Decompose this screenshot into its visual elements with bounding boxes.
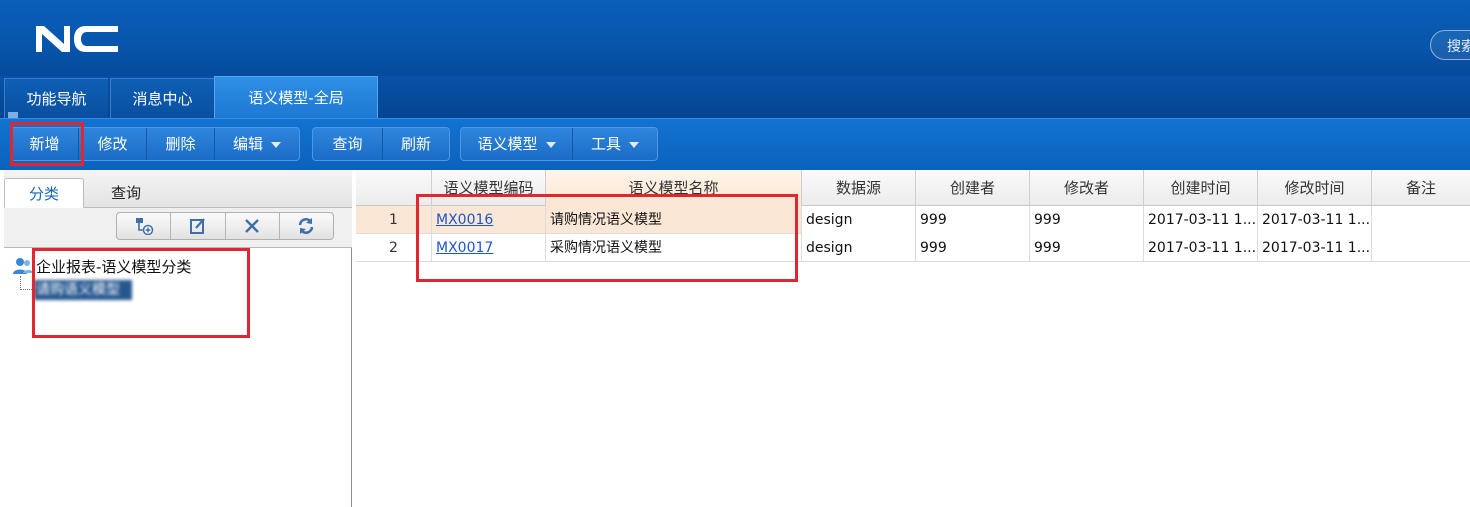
tab-category[interactable]: 分类 [4,178,84,208]
tab-query[interactable]: 查询 [86,178,166,208]
tab-semantic-model-global[interactable]: 语义模型-全局 [214,76,378,118]
app-header: 搜索 [0,0,1470,76]
left-panel-tabs: 分类 查询 [4,170,352,208]
tree-toolbar [4,208,352,248]
tab-function-nav[interactable]: 功能导航 [4,78,108,118]
refresh-button[interactable]: 刷新 [383,128,449,160]
header-datasource[interactable]: 数据源 [802,170,916,206]
refresh-tree-button[interactable] [280,213,333,239]
model-code-link[interactable]: MX0017 [432,234,546,262]
user-group-icon [13,258,33,274]
header-modified-time[interactable]: 修改时间 [1258,170,1372,206]
semantic-model-grid: 语义模型编码 语义模型名称 数据源 创建者 修改者 创建时间 修改时间 备注 1… [356,170,1470,507]
header-remark[interactable]: 备注 [1372,170,1470,206]
delete-icon [245,219,259,233]
table-row[interactable]: 2 MX0017 采购情况语义模型 design 999 999 2017-03… [356,234,1470,262]
tree-connector [20,276,32,290]
header-model-name[interactable]: 语义模型名称 [546,170,802,206]
query-button-group: 查询 刷新 [312,127,450,161]
delete-node-button[interactable] [226,213,280,239]
tree-root-label: 企业报表-语义模型分类 [36,257,192,276]
tab-message-center[interactable]: 消息中心 [110,78,214,118]
modified-time-cell: 2017-03-11 1... [1258,206,1372,234]
modifier-cell: 999 [1030,206,1144,234]
chevron-down-icon [629,141,639,148]
model-name-cell: 请购情况语义模型 [546,206,802,234]
category-panel: 分类 查询 企业报表-语义模型分类 请购语义模型 [4,170,352,507]
semantic-model-menu-button[interactable]: 语义模型 [461,128,573,160]
edit-button-group: 新增 修改 删除 编辑 [10,127,300,161]
remark-cell [1372,206,1470,234]
modifier-cell: 999 [1030,234,1144,262]
created-time-cell: 2017-03-11 1... [1144,206,1258,234]
edit-icon [189,218,205,234]
header-model-code[interactable]: 语义模型编码 [432,170,546,206]
tree-root-node[interactable]: 企业报表-语义模型分类 [12,256,191,276]
grid-header: 语义模型编码 语义模型名称 数据源 创建者 修改者 创建时间 修改时间 备注 [356,170,1470,206]
edit-menu-label: 编辑 [232,135,263,153]
creator-cell: 999 [916,234,1030,262]
datasource-cell: design [802,206,916,234]
search-label: 搜索 [1447,39,1470,55]
chevron-down-icon [545,141,556,148]
model-button-group: 语义模型 工具 [460,127,658,161]
row-number: 1 [356,206,432,234]
header-modifier[interactable]: 修改者 [1030,170,1144,206]
model-name-cell: 采购情况语义模型 [546,234,802,262]
remark-cell [1372,234,1470,262]
chevron-down-icon [271,141,281,148]
tree-tool-group [116,212,334,240]
tree-child-node[interactable]: 请购语义模型 [34,280,132,300]
main-toolbar: 新增 修改 删除 编辑 查询 刷新 语义模型 工具 [0,118,1470,170]
row-number: 2 [356,234,432,262]
edit-node-button[interactable] [171,213,226,239]
creator-cell: 999 [916,206,1030,234]
created-time-cell: 2017-03-11 1... [1144,234,1258,262]
search-box[interactable]: 搜索 [1430,30,1470,60]
add-node-button[interactable] [117,213,172,239]
modified-time-cell: 2017-03-11 1... [1258,234,1372,262]
tab-bar: 功能导航 消息中心 语义模型-全局 [0,76,1470,118]
add-node-icon [135,218,153,235]
datasource-cell: design [802,234,916,262]
tools-menu-label: 工具 [590,135,621,153]
header-created-time[interactable]: 创建时间 [1144,170,1258,206]
tools-menu-button[interactable]: 工具 [573,128,657,160]
delete-button[interactable]: 删除 [147,128,215,160]
edit-menu-button[interactable]: 编辑 [215,128,299,160]
semantic-model-menu-label: 语义模型 [477,135,538,153]
nc-logo [36,26,118,52]
model-code-link[interactable]: MX0016 [432,206,546,234]
table-row[interactable]: 1 MX0016 请购情况语义模型 design 999 999 2017-03… [356,206,1470,234]
header-creator[interactable]: 创建者 [916,170,1030,206]
query-button[interactable]: 查询 [313,128,383,160]
modify-button[interactable]: 修改 [79,128,147,160]
add-button[interactable]: 新增 [11,128,79,160]
refresh-icon [299,218,314,234]
header-rownum [356,170,432,206]
